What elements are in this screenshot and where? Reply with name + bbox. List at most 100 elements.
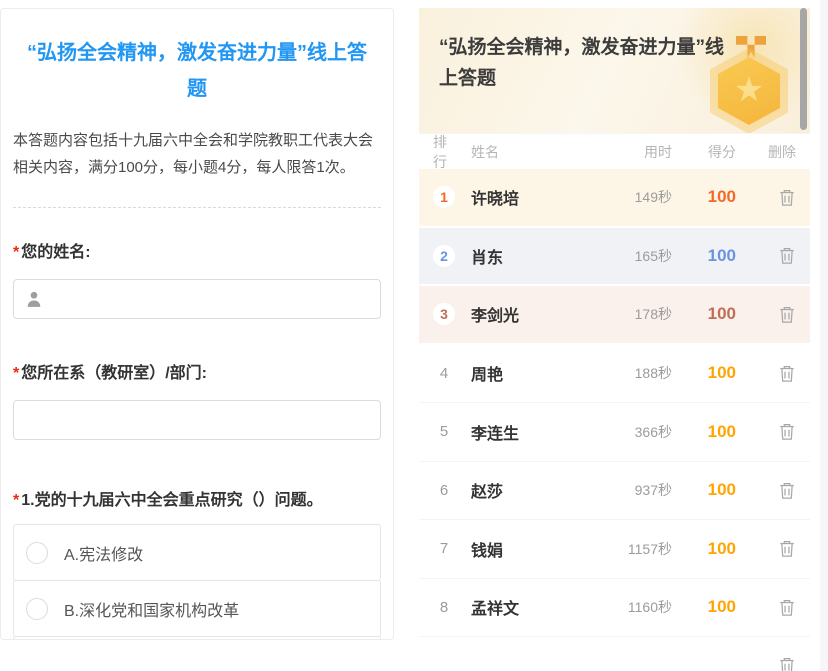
rank-badge: 5 (433, 421, 455, 443)
score-value: 100 (672, 363, 736, 383)
trash-icon[interactable] (778, 364, 796, 383)
name-field-group: *您的姓名: (13, 242, 381, 319)
time-used: 937秒 (576, 480, 672, 500)
player-name: 许晓培 (471, 185, 576, 209)
table-row: 6 赵莎 937秒 100 (419, 462, 810, 521)
name-input[interactable] (52, 291, 370, 308)
trash-icon[interactable] (778, 598, 796, 617)
table-row: 5 李连生 366秒 100 (419, 403, 810, 462)
table-header-row: 排行 姓名 用时 得分 删除 (419, 133, 810, 169)
radio-icon[interactable] (26, 598, 48, 620)
player-name: 周艳 (471, 361, 576, 385)
score-value: 100 (672, 187, 736, 207)
trash-icon[interactable] (778, 188, 796, 207)
rank-badge: 1 (433, 186, 455, 208)
trash-icon[interactable] (778, 422, 796, 441)
person-icon (24, 289, 44, 309)
required-asterisk: * (13, 365, 19, 382)
player-name: 肖东 (471, 244, 576, 268)
column-header-delete: 删除 (736, 142, 796, 162)
leaderboard-title: “弘扬全会精神，激发奋进力量”线上答题 (439, 32, 739, 94)
table-row: 2 肖东 165秒 100 (419, 228, 810, 287)
time-used: 188秒 (576, 363, 672, 383)
table-row-partial (419, 637, 810, 671)
rank-badge: 6 (433, 479, 455, 501)
department-field-label: *您所在系（教研室）/部门: (13, 363, 381, 385)
rank-cell: 6 (433, 479, 457, 501)
leaderboard-body: 1 许晓培 149秒 100 (419, 169, 810, 671)
rank-badge: 4 (433, 362, 455, 384)
answer-option-label: A.宪法修改 (64, 541, 143, 565)
name-input-box[interactable] (13, 279, 381, 319)
delete-cell (736, 305, 796, 324)
table-row: 4 周艳 188秒 100 (419, 345, 810, 404)
delete-cell (736, 246, 796, 265)
department-field-label-text: 您所在系（教研室）/部门: (21, 365, 207, 382)
delete-cell (736, 422, 796, 441)
time-used: 366秒 (576, 422, 672, 442)
answer-option-label: B.深化党和国家机构改革 (64, 597, 239, 621)
leaderboard-header: ★ “弘扬全会精神，激发奋进力量”线上答题 (419, 8, 810, 133)
player-name: 孟祥文 (471, 595, 576, 619)
player-name: 赵莎 (471, 478, 576, 502)
delete-cell (736, 364, 796, 383)
rank-badge: 7 (433, 538, 455, 560)
page: “弘扬全会精神，激发奋进力量”线上答题 本答题内容包括十九届六中全会和学院教职工… (0, 0, 828, 671)
trash-icon[interactable] (778, 481, 796, 500)
time-used: 1157秒 (576, 539, 672, 559)
rank-cell: 5 (433, 421, 457, 443)
score-value: 100 (672, 246, 736, 266)
rank-cell: 4 (433, 362, 457, 384)
answer-option[interactable]: A.宪法修改 (13, 524, 381, 581)
department-input-box[interactable] (13, 400, 381, 440)
trash-icon[interactable] (778, 656, 796, 671)
table-row: 3 李剑光 178秒 100 (419, 286, 810, 345)
rank-badge: 2 (433, 245, 455, 267)
time-used: 178秒 (576, 304, 672, 324)
answer-option[interactable]: B.深化党和国家机构改革 (13, 580, 381, 637)
required-asterisk: * (13, 244, 19, 261)
radio-icon[interactable] (26, 542, 48, 564)
question-1-label-text: 1.党的十九届六中全会重点研究（）问题。 (21, 492, 322, 509)
player-name: 李剑光 (471, 302, 576, 326)
delete-cell (736, 481, 796, 500)
rank-cell: 8 (433, 596, 457, 618)
score-value: 100 (672, 539, 736, 559)
answer-option-partial[interactable] (13, 636, 381, 640)
trash-icon[interactable] (778, 305, 796, 324)
rank-cell: 1 (433, 186, 457, 208)
department-field-group: *您所在系（教研室）/部门: (13, 363, 381, 440)
quiz-form-panel: “弘扬全会精神，激发奋进力量”线上答题 本答题内容包括十九届六中全会和学院教职工… (0, 8, 394, 640)
department-input[interactable] (24, 412, 370, 429)
rank-cell: 7 (433, 538, 457, 560)
question-1-label: *1.党的十九届六中全会重点研究（）问题。 (13, 490, 381, 512)
rank-cell: 2 (433, 245, 457, 267)
trash-icon[interactable] (778, 246, 796, 265)
delete-cell (736, 656, 796, 671)
dashed-divider (13, 207, 381, 208)
score-value: 100 (672, 480, 736, 500)
answer-options: A.宪法修改 B.深化党和国家机构改革 (13, 524, 381, 640)
rank-badge: 8 (433, 596, 455, 618)
rank-badge: 3 (433, 303, 455, 325)
time-used: 165秒 (576, 246, 672, 266)
delete-cell (736, 598, 796, 617)
leaderboard-panel: ★ “弘扬全会精神，激发奋进力量”线上答题 排行 姓名 用时 得分 删除 1 许… (419, 8, 810, 671)
delete-cell (736, 539, 796, 558)
column-header-score: 得分 (672, 142, 736, 162)
question-1-group: *1.党的十九届六中全会重点研究（）问题。 A.宪法修改 B.深化党和国家机构改… (13, 490, 381, 640)
page-scrollbar-track[interactable] (820, 0, 828, 671)
rank-cell: 3 (433, 303, 457, 325)
column-header-rank: 排行 (433, 132, 457, 172)
name-field-label-text: 您的姓名: (21, 244, 90, 261)
scrollbar-thumb[interactable] (800, 8, 807, 130)
table-row: 8 孟祥文 1160秒 100 (419, 579, 810, 638)
player-name: 钱娟 (471, 537, 576, 561)
player-name: 李连生 (471, 420, 576, 444)
required-asterisk: * (13, 492, 19, 509)
delete-cell (736, 188, 796, 207)
name-field-label: *您的姓名: (13, 242, 381, 264)
table-row: 1 许晓培 149秒 100 (419, 169, 810, 228)
trash-icon[interactable] (778, 539, 796, 558)
form-description: 本答题内容包括十九届六中全会和学院教职工代表大会相关内容，满分100分，每小题4… (13, 127, 381, 181)
